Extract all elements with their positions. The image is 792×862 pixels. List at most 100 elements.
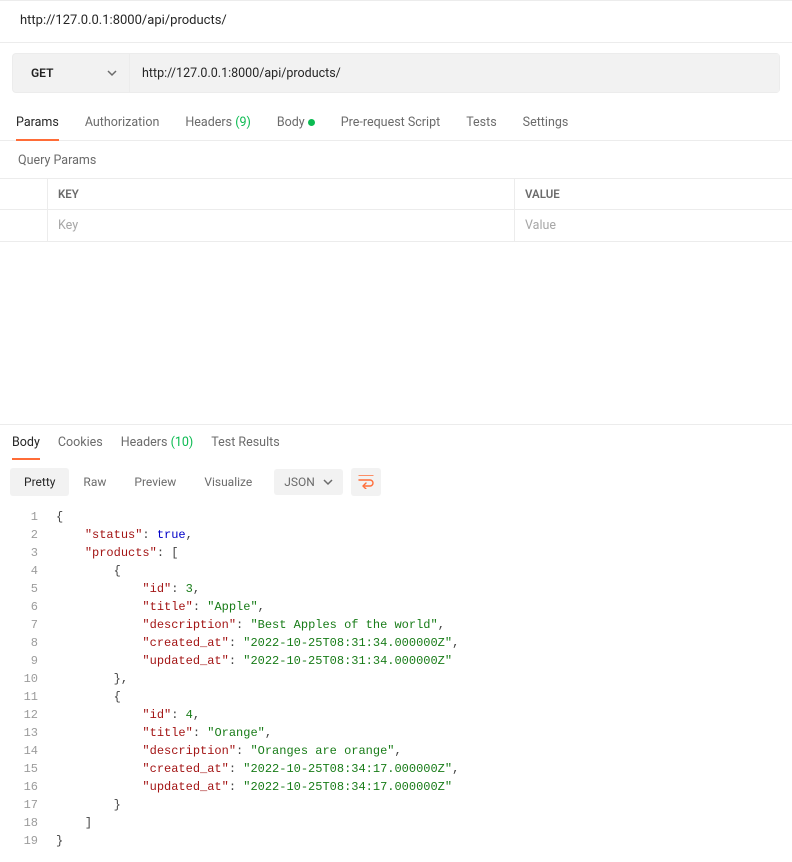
code-line: 6 "title": "Apple", [0, 598, 792, 616]
line-number: 13 [0, 724, 56, 742]
tab-settings[interactable]: Settings [523, 107, 569, 140]
key-input[interactable]: Key [48, 210, 515, 241]
request-tab-title: http://127.0.0.1:8000/api/products/ [0, 0, 792, 43]
code-text: "updated_at": "2022-10-25T08:31:34.00000… [56, 652, 452, 670]
tab-headers-label: Headers [185, 115, 232, 130]
code-text: "created_at": "2022-10-25T08:34:17.00000… [56, 760, 459, 778]
chevron-down-icon [107, 68, 117, 78]
code-text: } [56, 832, 63, 850]
code-line: 18 ] [0, 814, 792, 832]
tab-authorization-label: Authorization [85, 115, 160, 130]
code-text: { [56, 562, 121, 580]
resp-tab-testresults[interactable]: Test Results [211, 425, 279, 460]
value-header: VALUE [515, 179, 792, 209]
tab-prerequest[interactable]: Pre-request Script [341, 107, 440, 140]
resp-tab-headers[interactable]: Headers (10) [121, 425, 194, 460]
resp-tab-body[interactable]: Body [12, 425, 40, 460]
code-text: "status": true, [56, 526, 193, 544]
resp-tab-headers-count: (10) [171, 435, 194, 450]
code-line: 9 "updated_at": "2022-10-25T08:31:34.000… [0, 652, 792, 670]
resp-tab-cookies[interactable]: Cookies [58, 425, 103, 460]
code-line: 17 } [0, 796, 792, 814]
line-number: 14 [0, 742, 56, 760]
code-line: 5 "id": 3, [0, 580, 792, 598]
response-panel: Body Cookies Headers (10) Test Results P… [0, 424, 792, 862]
http-method-label: GET [31, 66, 53, 80]
request-tabs: Params Authorization Headers (9) Body Pr… [0, 107, 792, 141]
line-number: 11 [0, 688, 56, 706]
query-params-table: KEY VALUE Key Value [0, 178, 792, 242]
dot-icon [308, 119, 315, 126]
code-text: }, [56, 670, 128, 688]
code-line: 13 "title": "Orange", [0, 724, 792, 742]
resp-tab-cookies-label: Cookies [58, 435, 103, 450]
line-number: 3 [0, 544, 56, 562]
code-text: "title": "Orange", [56, 724, 272, 742]
row-handle [0, 179, 48, 209]
tab-tests[interactable]: Tests [466, 107, 496, 140]
code-text: "title": "Apple", [56, 598, 265, 616]
tab-prerequest-label: Pre-request Script [341, 115, 440, 130]
resp-tab-headers-label: Headers [121, 435, 168, 450]
code-text: "created_at": "2022-10-25T08:31:34.00000… [56, 634, 459, 652]
response-toolbar: Pretty Raw Preview Visualize JSON [0, 460, 792, 504]
code-line: 3 "products": [ [0, 544, 792, 562]
code-text: } [56, 796, 121, 814]
tab-title-text: http://127.0.0.1:8000/api/products/ [20, 13, 227, 28]
line-number: 10 [0, 670, 56, 688]
resp-tab-body-label: Body [12, 435, 40, 450]
tab-body[interactable]: Body [277, 107, 315, 140]
http-method-select[interactable]: GET [13, 54, 130, 92]
response-tabs: Body Cookies Headers (10) Test Results [0, 425, 792, 460]
line-number: 17 [0, 796, 56, 814]
line-number: 15 [0, 760, 56, 778]
tab-headers-count: (9) [235, 115, 251, 130]
code-line: 4 { [0, 562, 792, 580]
line-number: 2 [0, 526, 56, 544]
code-line: 15 "created_at": "2022-10-25T08:34:17.00… [0, 760, 792, 778]
code-text: "id": 4, [56, 706, 200, 724]
response-code[interactable]: 1{2 "status": true,3 "products": [4 {5 "… [0, 504, 792, 862]
format-select-label: JSON [284, 475, 315, 489]
line-number: 5 [0, 580, 56, 598]
chevron-down-icon [323, 477, 333, 487]
code-text: { [56, 508, 63, 526]
view-raw-button[interactable]: Raw [69, 468, 120, 496]
tab-params-label: Params [16, 115, 59, 130]
key-header: KEY [48, 179, 515, 209]
wrap-icon [358, 475, 374, 489]
query-params-empty-row[interactable]: Key Value [0, 210, 792, 241]
view-mode-group: Pretty Raw Preview Visualize [10, 468, 266, 496]
tab-params[interactable]: Params [16, 107, 59, 140]
line-number: 18 [0, 814, 56, 832]
code-text: "description": "Best Apples of the world… [56, 616, 445, 634]
url-input[interactable] [142, 66, 767, 81]
query-params-heading: Query Params [0, 141, 792, 178]
line-number: 6 [0, 598, 56, 616]
format-select[interactable]: JSON [274, 469, 343, 495]
value-input[interactable]: Value [515, 210, 792, 241]
row-handle [0, 210, 48, 241]
tab-headers[interactable]: Headers (9) [185, 107, 250, 140]
view-pretty-button[interactable]: Pretty [10, 468, 69, 496]
code-line: 8 "created_at": "2022-10-25T08:31:34.000… [0, 634, 792, 652]
code-text: "description": "Oranges are orange", [56, 742, 402, 760]
code-line: 19} [0, 832, 792, 850]
query-params-header-row: KEY VALUE [0, 179, 792, 210]
line-number: 12 [0, 706, 56, 724]
code-line: 1{ [0, 508, 792, 526]
line-number: 1 [0, 508, 56, 526]
line-number: 4 [0, 562, 56, 580]
code-text: "products": [ [56, 544, 178, 562]
code-text: "updated_at": "2022-10-25T08:34:17.00000… [56, 778, 452, 796]
tab-authorization[interactable]: Authorization [85, 107, 160, 140]
wrap-lines-button[interactable] [351, 468, 381, 496]
view-preview-button[interactable]: Preview [120, 468, 190, 496]
request-row: GET [12, 53, 780, 93]
resp-tab-testresults-label: Test Results [211, 435, 279, 450]
code-text: { [56, 688, 121, 706]
code-line: 11 { [0, 688, 792, 706]
view-visualize-button[interactable]: Visualize [190, 468, 266, 496]
code-line: 7 "description": "Best Apples of the wor… [0, 616, 792, 634]
tab-tests-label: Tests [466, 115, 496, 130]
